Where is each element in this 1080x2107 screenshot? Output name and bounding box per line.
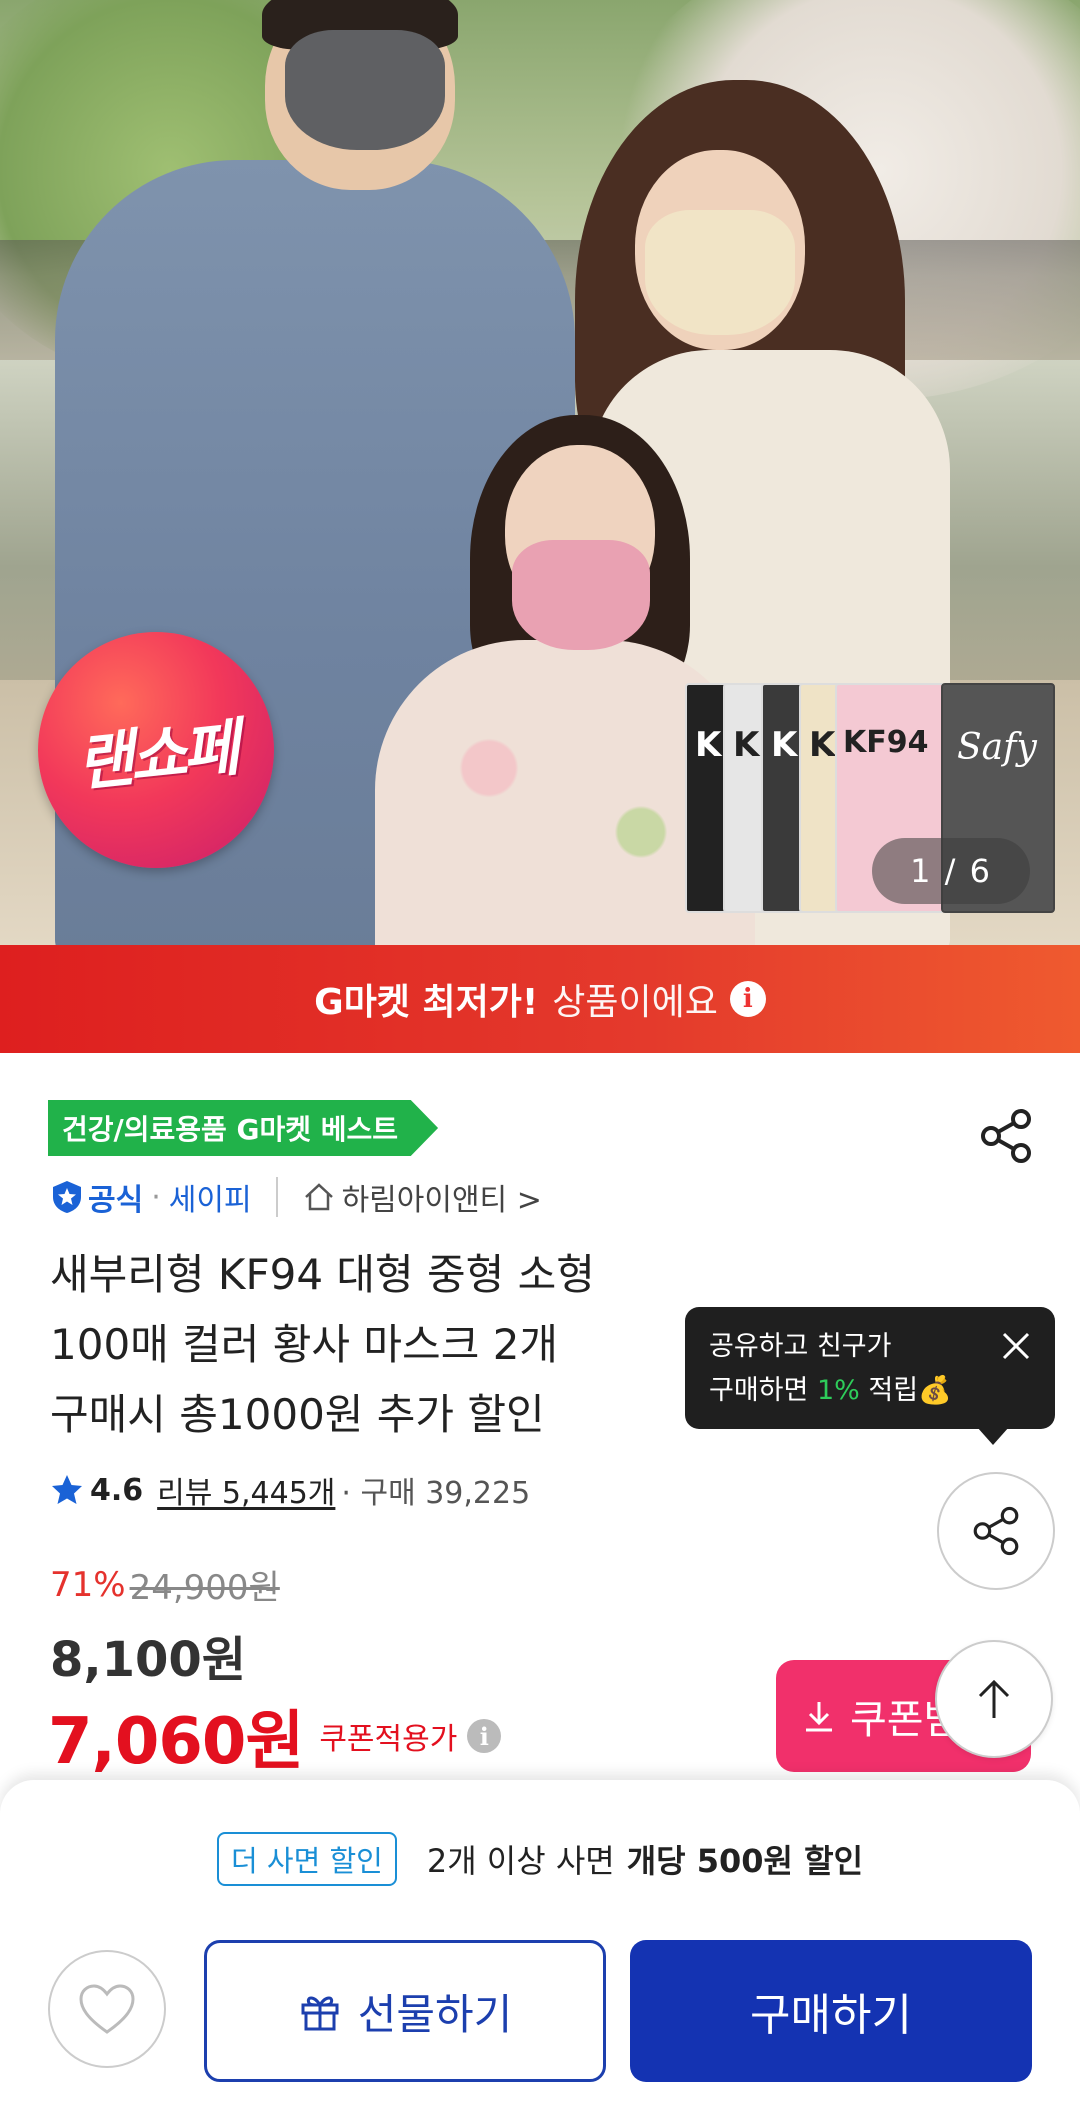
image-counter: 1 / 6 xyxy=(872,838,1030,904)
divider xyxy=(275,1177,278,1217)
coupon-price: 7,060원 xyxy=(48,1705,304,1779)
banner-text: 상품이에요 xyxy=(552,982,718,1023)
discount-rate: 71% xyxy=(50,1564,126,1605)
badge-text: 랜쇼페 xyxy=(73,710,240,801)
store-link[interactable]: 하림아이앤티 > xyxy=(302,1175,542,1219)
coupon-price-row: 7,060원 쿠폰적용가 i xyxy=(48,1690,502,1782)
store-name: 하림아이앤티 > xyxy=(341,1183,542,1218)
purchase-bottom-sheet: 더 사면 할인 2개 이상 사면 개당 500원 할인 선물하기 구매하기 xyxy=(0,1780,1080,2107)
review-link[interactable]: 리뷰 5,445개 xyxy=(157,1468,335,1512)
tooltip-line-1: 공유하고 친구가 xyxy=(709,1331,892,1362)
home-icon xyxy=(304,1183,333,1211)
close-icon[interactable] xyxy=(999,1329,1033,1363)
gift-icon xyxy=(301,1996,339,2031)
official-shield-icon xyxy=(53,1181,81,1213)
bulk-deal-text: 2개 이상 사면 xyxy=(426,1842,615,1880)
floating-share-button[interactable] xyxy=(937,1472,1055,1590)
product-image-carousel[interactable]: 랜쇼페 KI KI KI KI KF94 Safy 1 / 6 xyxy=(0,0,1080,945)
buy-button[interactable]: 구매하기 xyxy=(630,1940,1032,2082)
tooltip-line-2: 구매하면 1% 적립💰 xyxy=(709,1375,952,1406)
lowest-price-banner[interactable]: G마켓 최저가! 상품이에요 i xyxy=(0,945,1080,1053)
share-reward-tooltip: 공유하고 친구가 구매하면 1% 적립💰 xyxy=(685,1307,1055,1445)
info-icon[interactable]: i xyxy=(729,981,766,1017)
rating-score: 4.6 xyxy=(90,1472,144,1508)
share-icon xyxy=(973,1506,1019,1556)
gift-label: 선물하기 xyxy=(357,1989,513,2039)
gray-mask xyxy=(285,30,445,150)
share-icon[interactable] xyxy=(975,1105,1037,1167)
beige-mask xyxy=(645,210,795,335)
arrow-up-icon xyxy=(978,1679,1010,1718)
download-icon xyxy=(806,1702,832,1732)
sale-price: 8,100원 xyxy=(50,1632,246,1688)
coupon-price-label: 쿠폰적용가 xyxy=(319,1722,458,1757)
original-price: 24,900원 xyxy=(129,1568,280,1608)
official-badge: 공식 xyxy=(50,1175,143,1219)
gift-button[interactable]: 선물하기 xyxy=(204,1940,606,2082)
title-line-3: 구매시 총1000원 추가 할인 xyxy=(50,1390,545,1439)
buy-label: 구매하기 xyxy=(750,1990,912,2041)
product-page: 랜쇼페 KI KI KI KI KF94 Safy 1 / 6 G마켓 최저가!… xyxy=(0,0,1080,2107)
bulk-deal-tag: 더 사면 할인 xyxy=(216,1832,397,1886)
banner-strong: G마켓 최저가! xyxy=(314,982,539,1023)
category-best-tag[interactable]: 건강/의료용품 G마켓 베스트 xyxy=(48,1100,439,1156)
wishlist-button[interactable] xyxy=(48,1950,166,2068)
brand-link[interactable]: 세이피 xyxy=(169,1175,252,1219)
info-icon[interactable]: i xyxy=(467,1719,502,1753)
rating-row: 4.6 리뷰 5,445개 · 구매 39,225 xyxy=(50,1465,530,1515)
discount-row: 71% 24,900원 xyxy=(50,1560,280,1609)
seller-row: 공식 · 세이피 하림아이앤티 > xyxy=(50,1172,542,1222)
title-line-1: 새부리형 KF94 대형 중형 소형 xyxy=(50,1250,595,1299)
bulk-deal-row: 더 사면 할인 2개 이상 사면 개당 500원 할인 xyxy=(0,1832,1080,1886)
scroll-top-button[interactable] xyxy=(935,1640,1053,1758)
star-icon xyxy=(52,1475,82,1504)
pink-mask xyxy=(512,540,650,650)
heart-icon xyxy=(79,1984,135,2034)
bulk-deal-strong: 개당 500원 할인 xyxy=(626,1842,864,1880)
title-line-2: 100매 컬러 황사 마스크 2개 xyxy=(50,1320,559,1369)
official-label: 공식 xyxy=(88,1183,144,1218)
separator-dot: · xyxy=(151,1179,161,1215)
product-title: 새부리형 KF94 대형 중형 소형 100매 컬러 황사 마스크 2개 구매시… xyxy=(50,1240,790,1450)
purchase-count: · 구매 39,225 xyxy=(341,1476,531,1511)
ranshope-badge: 랜쇼페 xyxy=(38,632,274,868)
